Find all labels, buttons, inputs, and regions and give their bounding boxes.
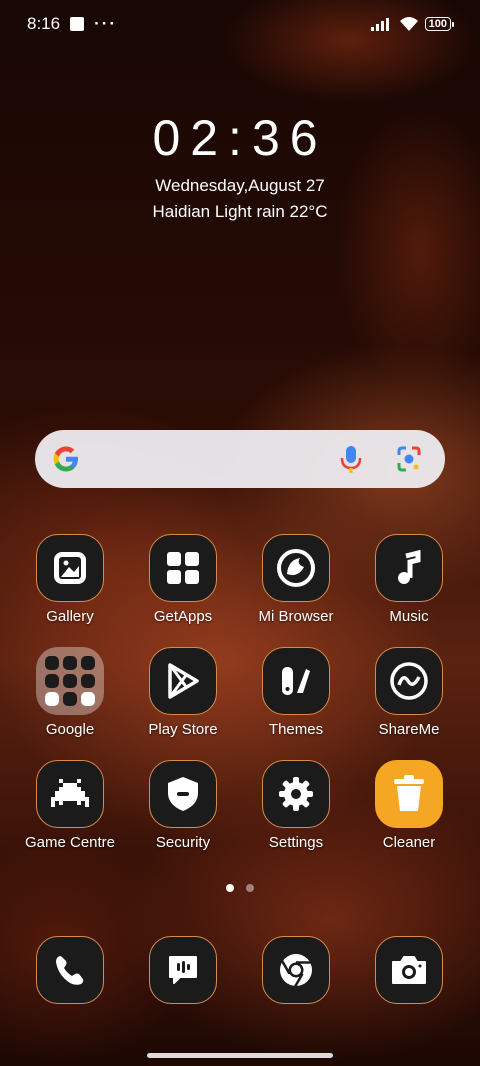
gallery-icon: [36, 534, 104, 602]
voice-search-icon[interactable]: [339, 444, 363, 474]
app-settings[interactable]: Settings: [246, 760, 346, 851]
app-label: Gallery: [46, 608, 94, 625]
camera-icon: [375, 936, 443, 1004]
app-label: Music: [389, 608, 429, 625]
settings-icon: [262, 760, 330, 828]
app-gallery[interactable]: Gallery: [20, 534, 120, 625]
app-label: Themes: [268, 721, 324, 738]
folder-app-icon: [45, 692, 59, 706]
clock-date: Wednesday,August 27: [155, 176, 325, 195]
getapps-icon: [149, 534, 217, 602]
play-store-icon: [149, 647, 217, 715]
signal-icon: [370, 18, 389, 31]
folder-app-icon: [63, 674, 77, 688]
clock-time: 02:36: [152, 110, 328, 166]
dock-camera[interactable]: [359, 936, 459, 1004]
app-label: Game Centre: [24, 834, 116, 851]
app-label: ShareMe: [378, 721, 440, 738]
google-search-bar[interactable]: [35, 430, 445, 488]
app-label: Mi Browser: [258, 608, 334, 625]
app-label: Security: [155, 834, 211, 851]
folder-app-icon: [45, 656, 59, 670]
more-notifications-icon: ···: [94, 14, 118, 33]
page-dot-active[interactable]: [226, 884, 234, 892]
page-indicator: [0, 884, 480, 892]
weather-text: Haidian Light rain 22°C: [152, 202, 328, 221]
google-folder-icon: [36, 647, 104, 715]
chrome-icon: [262, 936, 330, 1004]
themes-icon: [262, 647, 330, 715]
app-play-store[interactable]: Play Store: [133, 647, 233, 738]
cleaner-icon: [375, 760, 443, 828]
security-icon: [149, 760, 217, 828]
app-label: Settings: [268, 834, 324, 851]
folder-app-icon: [63, 692, 77, 706]
home-screen: 8:16 ··· 100 02:36 Wednesday,August 27 H…: [0, 0, 480, 1066]
app-label: Cleaner: [382, 834, 436, 851]
notification-icon: [70, 17, 85, 31]
shareme-icon: [375, 647, 443, 715]
app-game-centre[interactable]: Game Centre: [20, 760, 120, 851]
app-music[interactable]: Music: [359, 534, 459, 625]
battery-level: 100: [424, 17, 451, 31]
folder-app-icon: [45, 674, 59, 688]
messages-icon: [149, 936, 217, 1004]
page-dot[interactable]: [246, 884, 254, 892]
app-themes[interactable]: Themes: [246, 647, 346, 738]
mi-browser-icon: [262, 534, 330, 602]
google-logo-icon: [53, 446, 78, 472]
folder-app-icon: [81, 692, 95, 706]
folder-app-icon: [81, 674, 95, 688]
folder-app-icon: [63, 656, 77, 670]
google-lens-icon[interactable]: [396, 445, 422, 473]
app-google-folder[interactable]: Google: [20, 647, 120, 738]
app-shareme[interactable]: ShareMe: [359, 647, 459, 738]
status-time: 8:16: [27, 14, 61, 33]
clock-widget[interactable]: 02:36 Wednesday,August 27 Haidian Light …: [0, 108, 480, 222]
app-cleaner[interactable]: Cleaner: [359, 760, 459, 851]
wifi-icon: [399, 17, 418, 31]
app-label: Play Store: [148, 721, 218, 738]
app-security[interactable]: Security: [133, 760, 233, 851]
dock-chrome[interactable]: [246, 936, 346, 1004]
folder-app-icon: [81, 656, 95, 670]
app-label: Google: [45, 721, 95, 738]
home-gesture-bar[interactable]: [147, 1053, 333, 1058]
app-mi-browser[interactable]: Mi Browser: [246, 534, 346, 625]
status-bar: 8:16 ··· 100: [27, 12, 454, 36]
battery-icon: 100: [424, 17, 454, 31]
dock-messages[interactable]: [133, 936, 233, 1004]
phone-icon: [36, 936, 104, 1004]
music-icon: [375, 534, 443, 602]
app-label: GetApps: [153, 608, 213, 625]
dock-phone[interactable]: [20, 936, 120, 1004]
game-centre-icon: [36, 760, 104, 828]
app-getapps[interactable]: GetApps: [133, 534, 233, 625]
